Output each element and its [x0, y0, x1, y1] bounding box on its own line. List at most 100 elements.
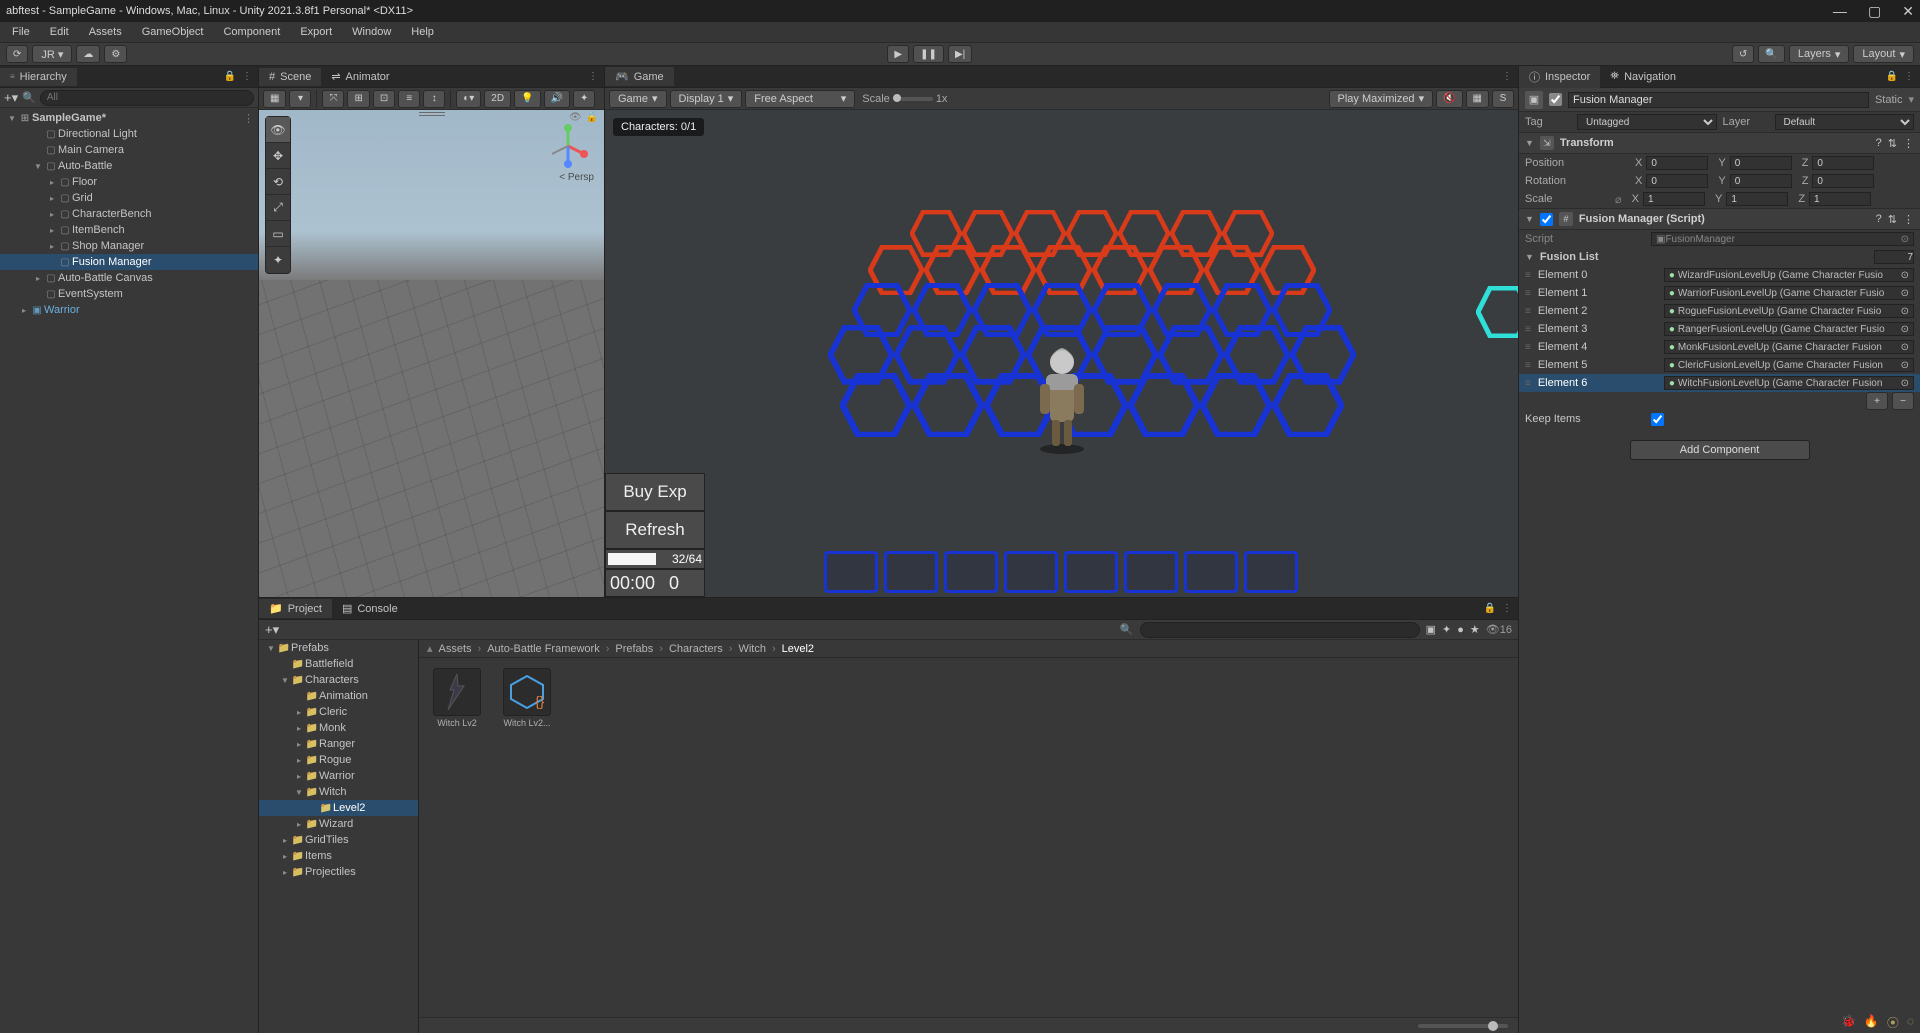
filter-icon[interactable]: ✦ [1442, 623, 1451, 636]
hierarchy-item[interactable]: ▢Main Camera [0, 142, 258, 158]
drag-handle-icon[interactable]: ≡ [1525, 270, 1532, 281]
project-folder[interactable]: ▸📁Items [259, 848, 418, 864]
settings-icon[interactable]: ⚙ [104, 45, 127, 63]
hierarchy-item[interactable]: ▸▢Grid [0, 190, 258, 206]
project-asset[interactable]: Witch Lv2 [429, 668, 485, 1007]
position-y-input[interactable] [1730, 156, 1792, 170]
script-enabled-toggle[interactable] [1540, 213, 1553, 226]
project-menu-icon[interactable]: ⋮ [1502, 603, 1512, 614]
buy-exp-button[interactable]: Buy Exp [605, 473, 705, 511]
scene-shaded-dropdown[interactable]: ◐▾ [456, 90, 481, 108]
component-menu-icon[interactable]: ⋮ [1903, 213, 1914, 226]
step-button[interactable]: ▶| [948, 45, 972, 63]
game-menu-icon[interactable]: ⋮ [1502, 71, 1512, 82]
menu-gameobject[interactable]: GameObject [134, 24, 212, 40]
inspector-menu-icon[interactable]: ⋮ [1904, 71, 1914, 82]
project-search-input[interactable] [1140, 622, 1420, 638]
transform-tool-icon[interactable]: ✦ [266, 247, 290, 273]
scene-tool-icon[interactable]: ↕ [423, 90, 445, 108]
hierarchy-item[interactable]: ▸▢CharacterBench [0, 206, 258, 222]
scene-light-icon[interactable]: 💡 [514, 90, 540, 108]
perspective-label[interactable]: < Persp [559, 172, 594, 183]
game-aspect-dropdown[interactable]: Free Aspect▾ [745, 90, 855, 108]
tab-game[interactable]: 🎮Game [605, 67, 674, 86]
orientation-gizmo[interactable] [546, 124, 590, 168]
game-display-dropdown[interactable]: Display 1▾ [670, 90, 743, 108]
project-asset[interactable]: {}Witch Lv2... [499, 668, 555, 1007]
project-add-icon[interactable]: +▾ [265, 622, 279, 638]
object-field[interactable]: ●WitchFusionLevelUp (Game Character Fusi… [1664, 376, 1914, 390]
stats-icon[interactable]: ▦ [1466, 90, 1489, 108]
scene-view[interactable]: 👁🔒 👁 ✥ ⟲ ⤢ ▭ ✦ [259, 110, 604, 597]
gameobject-active-toggle[interactable] [1549, 93, 1562, 106]
object-field[interactable]: ●ClericFusionLevelUp (Game Character Fus… [1664, 358, 1914, 372]
keep-items-checkbox[interactable] [1651, 413, 1664, 426]
tab-hierarchy[interactable]: ≡Hierarchy [0, 68, 77, 86]
undo-history-icon[interactable]: ↺ [1732, 45, 1754, 63]
debug-icon[interactable]: ⦿ [1887, 1014, 1899, 1031]
scale-z-input[interactable] [1809, 192, 1871, 206]
tab-project[interactable]: 📁Project [259, 599, 332, 618]
scene-menu-icon[interactable]: ⋮ [588, 71, 598, 82]
drag-handle-icon[interactable] [419, 112, 445, 116]
cloud-icon[interactable]: ⟳ [6, 45, 28, 63]
list-element[interactable]: ≡Element 6●WitchFusionLevelUp (Game Char… [1519, 374, 1920, 392]
inspector-lock-icon[interactable]: 🔒 [1886, 71, 1898, 82]
project-folder[interactable]: ▸📁Warrior [259, 768, 418, 784]
project-lock-icon[interactable]: 🔒 [1484, 603, 1496, 614]
position-x-input[interactable] [1646, 156, 1708, 170]
project-folder[interactable]: ▸📁Wizard [259, 816, 418, 832]
scene-audio-icon[interactable]: 🔊 [544, 90, 570, 108]
list-element[interactable]: ≡Element 2●RogueFusionLevelUp (Game Char… [1519, 302, 1920, 320]
hierarchy-lock-icon[interactable]: 🔒 [224, 71, 236, 82]
rotation-z-input[interactable] [1812, 174, 1874, 188]
filter-icon[interactable]: ▣ [1426, 623, 1436, 636]
game-mode-dropdown[interactable]: Game▾ [609, 90, 667, 108]
help-icon[interactable]: ? [1876, 213, 1882, 225]
window-maximize-icon[interactable]: ▢ [1868, 3, 1881, 19]
scene-tool-icon[interactable]: ⤧ [322, 90, 344, 108]
tab-inspector[interactable]: ⓘInspector [1519, 66, 1600, 88]
list-count-input[interactable] [1874, 250, 1914, 264]
drag-handle-icon[interactable]: ≡ [1525, 360, 1532, 371]
scene-pivot-icon[interactable]: ▦ [263, 90, 286, 108]
scene-row[interactable]: ▼ ⊞ SampleGame* ⋮ [0, 110, 258, 126]
layers-dropdown[interactable]: Layers▾ [1789, 45, 1850, 63]
hierarchy-add-icon[interactable]: +▾ [4, 90, 18, 106]
hierarchy-menu-icon[interactable]: ⋮ [242, 71, 252, 82]
hand-tool-icon[interactable]: 👁 [266, 117, 290, 143]
menu-file[interactable]: File [4, 24, 38, 40]
tab-console[interactable]: ▤Console [332, 599, 408, 618]
hierarchy-item[interactable]: ▢Directional Light [0, 126, 258, 142]
scene-tool-icon[interactable]: ⊞ [347, 90, 369, 108]
help-icon[interactable]: ? [1876, 137, 1882, 149]
menu-export[interactable]: Export [292, 24, 340, 40]
filter-icon[interactable]: ★ [1470, 623, 1480, 636]
refresh-button[interactable]: Refresh [605, 511, 705, 549]
rotate-tool-icon[interactable]: ⟲ [266, 169, 290, 195]
drag-handle-icon[interactable]: ≡ [1525, 342, 1532, 353]
menu-edit[interactable]: Edit [42, 24, 77, 40]
move-tool-icon[interactable]: ✥ [266, 143, 290, 169]
scene-tool-icon[interactable]: ⊡ [373, 90, 395, 108]
hierarchy-item[interactable]: ▸▢ItemBench [0, 222, 258, 238]
playmode-dropdown[interactable]: Play Maximized▾ [1329, 90, 1434, 108]
position-z-input[interactable] [1812, 156, 1874, 170]
component-menu-icon[interactable]: ⋮ [1903, 137, 1914, 150]
project-folder[interactable]: 📁Battlefield [259, 656, 418, 672]
project-folder[interactable]: ▸📁GridTiles [259, 832, 418, 848]
hierarchy-search-input[interactable] [40, 90, 254, 106]
scene-shading-dropdown[interactable]: ▾ [289, 90, 311, 108]
preset-icon[interactable]: ⇅ [1888, 213, 1897, 226]
flame-icon[interactable]: 🔥 [1864, 1014, 1879, 1031]
tab-animator[interactable]: ⇌Animator [321, 67, 399, 86]
transform-component-header[interactable]: ▼ ⇲ Transform ? ⇅ ⋮ [1519, 132, 1920, 154]
hierarchy-item[interactable]: ▼▢Auto-Battle [0, 158, 258, 174]
scene-2d-toggle[interactable]: 2D [484, 90, 511, 108]
list-element[interactable]: ≡Element 0●WizardFusionLevelUp (Game Cha… [1519, 266, 1920, 284]
search-icon[interactable]: 🔍 [1758, 45, 1784, 63]
script-component-header[interactable]: ▼ # Fusion Manager (Script) ? ⇅ ⋮ [1519, 208, 1920, 230]
list-element[interactable]: ≡Element 5●ClericFusionLevelUp (Game Cha… [1519, 356, 1920, 374]
menu-help[interactable]: Help [403, 24, 442, 40]
circle-icon[interactable]: ◌ [1907, 1014, 1914, 1031]
